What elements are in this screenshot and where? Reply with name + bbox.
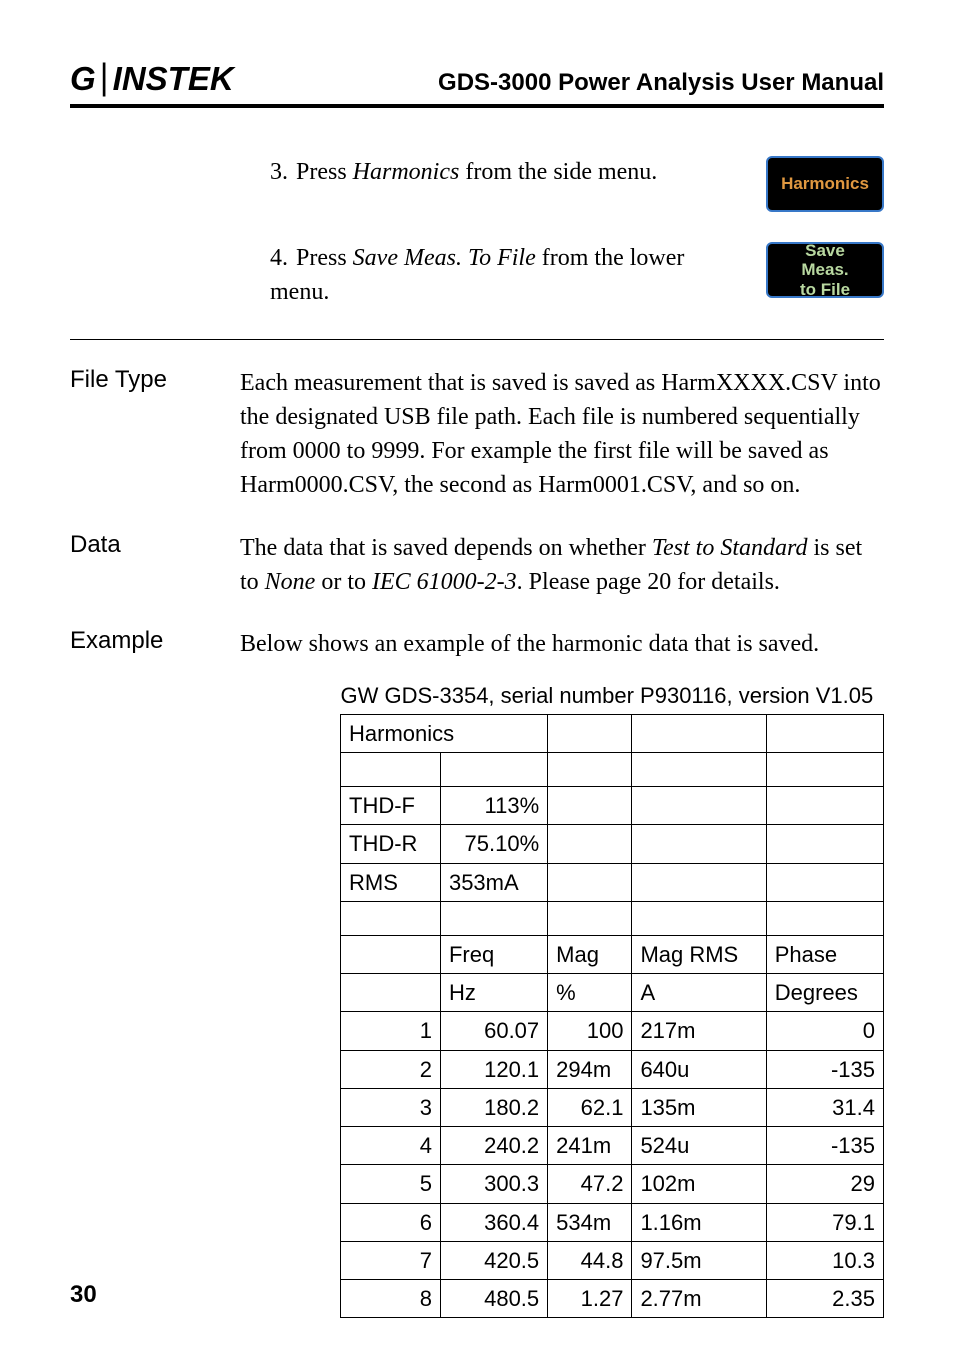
example-table-section: GW GDS-3354, serial number P930116, vers…: [70, 669, 884, 1319]
table-row: RMS353mA: [341, 863, 884, 901]
file-type-label: File Type: [70, 366, 240, 502]
harmonics-table: GW GDS-3354, serial number P930116, vers…: [340, 677, 884, 1319]
harmonics-button[interactable]: Harmonics: [766, 156, 884, 212]
table-row: 2120.1294m640u-135: [341, 1050, 884, 1088]
example-label: Example: [70, 627, 240, 661]
table-section-title: Harmonics: [341, 714, 548, 752]
page-number: 30: [70, 1281, 97, 1309]
table-row: THD-R75.10%: [341, 825, 884, 863]
table-row: 3180.262.1135m31.4: [341, 1088, 884, 1126]
table-row: 8480.51.272.77m2.35: [341, 1280, 884, 1318]
step-3-text: 3.Press Harmonics from the side menu.: [260, 156, 746, 190]
table-row: 160.07100217m0: [341, 1012, 884, 1050]
step-3: 3.Press Harmonics from the side menu. Ha…: [260, 156, 884, 212]
example-body: Below shows an example of the harmonic d…: [240, 627, 884, 661]
separator: [70, 339, 884, 340]
file-type-section: File Type Each measurement that is saved…: [70, 366, 884, 502]
file-type-body: Each measurement that is saved is saved …: [240, 366, 884, 502]
brand-logo: G⏐INSTEK: [70, 60, 234, 98]
table-row: THD-F113%: [341, 787, 884, 825]
data-body: The data that is saved depends on whethe…: [240, 531, 884, 599]
page-header: G⏐INSTEK GDS-3000 Power Analysis User Ma…: [70, 60, 884, 108]
table-unit-row: Hz % A Degrees: [341, 974, 884, 1012]
table-row: 4240.2241m524u-135: [341, 1127, 884, 1165]
table-row: 7420.544.897.5m10.3: [341, 1241, 884, 1279]
table-row: 6360.4534m1.16m79.1: [341, 1203, 884, 1241]
save-meas-to-file-button[interactable]: Save Meas. to File: [766, 242, 884, 298]
device-info: GW GDS-3354, serial number P930116, vers…: [341, 677, 884, 715]
manual-title: GDS-3000 Power Analysis User Manual: [438, 69, 884, 97]
table-header-row: Freq Mag Mag RMS Phase: [341, 935, 884, 973]
data-label: Data: [70, 531, 240, 599]
data-section: Data The data that is saved depends on w…: [70, 531, 884, 599]
step-4-text: 4.Press Save Meas. To File from the lowe…: [260, 242, 746, 309]
table-row: 5300.347.2102m29: [341, 1165, 884, 1203]
step-4: 4.Press Save Meas. To File from the lowe…: [260, 242, 884, 309]
example-section: Example Below shows an example of the ha…: [70, 627, 884, 661]
